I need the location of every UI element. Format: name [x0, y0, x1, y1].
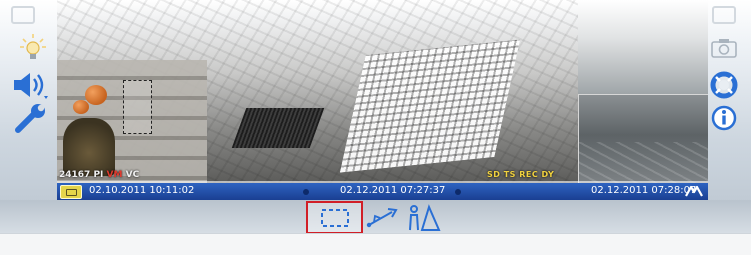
camera-video-view[interactable]: 24167 PI VM VC SD TS REC DY: [57, 0, 708, 183]
picture-in-picture-bottom[interactable]: [578, 94, 708, 183]
person-triangle-icon[interactable]: [407, 204, 441, 232]
scene-pumpkin: [85, 85, 107, 105]
scene-drain-grate: [231, 108, 325, 148]
timestamp-right: 02.12.2011 07:28:07: [591, 185, 697, 196]
camera-application-window: 24167 PI VM VC SD TS REC DY 02.10.2011 1…: [0, 0, 751, 255]
rectangle-select-icon[interactable]: [306, 201, 363, 234]
motion-detection-window[interactable]: [123, 80, 152, 134]
window-icon[interactable]: [709, 4, 739, 26]
light-bulb-icon[interactable]: [18, 32, 48, 62]
timeline-marker[interactable]: [303, 189, 309, 195]
speaker-icon[interactable]: [10, 70, 50, 100]
right-toolbar: [695, 0, 751, 200]
camera-id-overlay: 24167 PI VM VC: [59, 170, 139, 180]
usb-arrow-icon[interactable]: [366, 205, 400, 231]
logo-icon: [685, 185, 703, 200]
lifebuoy-icon[interactable]: [709, 70, 739, 100]
camera-flag-vc: VC: [125, 170, 140, 180]
timestamp-bar: 02.10.2011 10:11:02 02.12.2011 07:27:37 …: [57, 183, 708, 200]
camera-flag-pi: PI: [93, 170, 104, 180]
scene-paving-pattern: [339, 39, 521, 173]
wrench-icon[interactable]: [14, 104, 50, 134]
scene-plant: [63, 118, 115, 176]
camera-flag-vm: VM: [106, 170, 123, 180]
camera-id: 24167: [59, 170, 91, 180]
scene-pumpkin: [73, 100, 89, 114]
info-icon[interactable]: [709, 104, 739, 132]
timestamp-left: 02.10.2011 10:11:02: [89, 185, 195, 196]
window-icon[interactable]: [8, 4, 38, 26]
picture-in-picture-top[interactable]: [578, 0, 708, 94]
bottom-toolbar: [0, 200, 751, 234]
camera-icon[interactable]: [709, 36, 739, 60]
recording-status-overlay: SD TS REC DY: [487, 170, 555, 179]
left-toolbar: [0, 0, 56, 200]
timestamp-center: 02.12.2011 07:27:37: [340, 185, 446, 196]
footer-strip: [0, 233, 751, 255]
timeline-marker[interactable]: [455, 189, 461, 195]
camera-snapshot-button[interactable]: [60, 185, 82, 199]
